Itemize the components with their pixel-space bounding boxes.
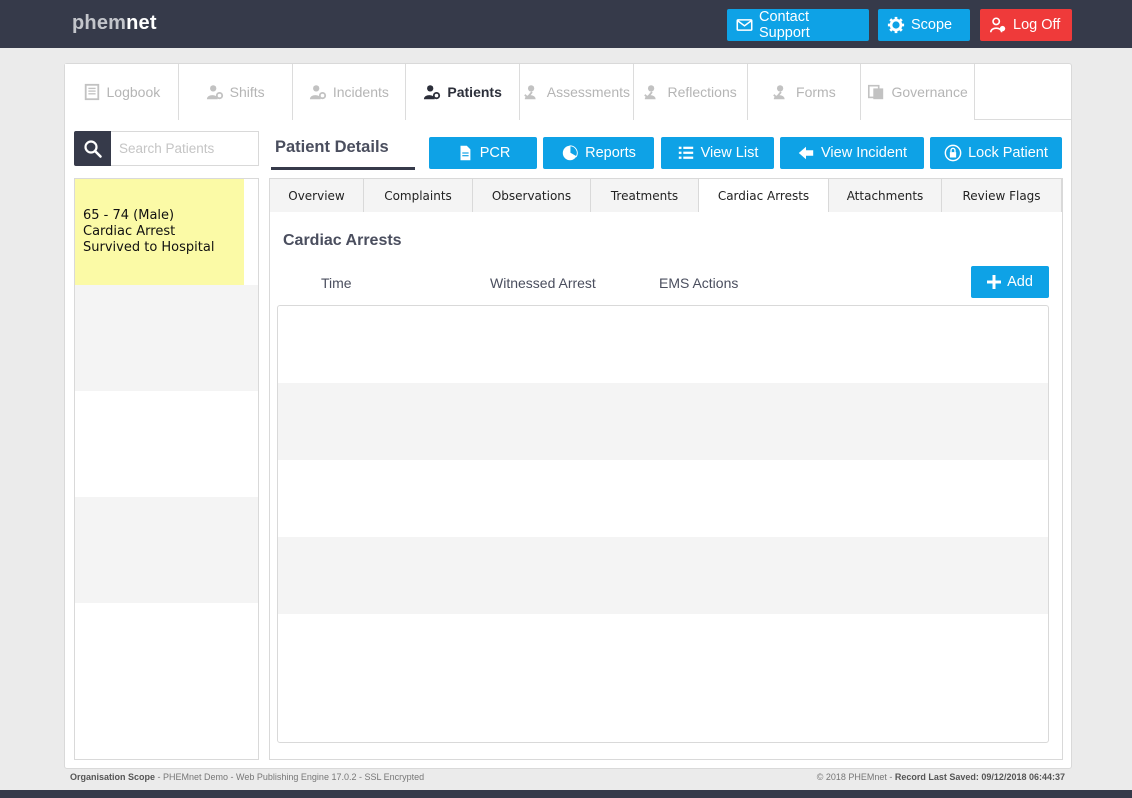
search-button[interactable] <box>74 131 111 166</box>
user-check-icon <box>773 85 785 100</box>
list-item <box>75 391 258 497</box>
main-panel: Logbook Shifts Incidents Patients Assess… <box>64 63 1072 769</box>
subtab-bar: Overview Complaints Observations Treatme… <box>270 179 1062 213</box>
documents-icon <box>868 84 884 100</box>
nav-filler <box>975 64 1071 120</box>
user-gear-icon <box>309 85 326 100</box>
tab-attachments[interactable]: Attachments <box>829 179 942 213</box>
document-icon <box>460 145 471 161</box>
footer-copyright: © 2018 PHEMnet - Record Last Saved: 09/1… <box>816 772 1065 782</box>
plus-icon <box>987 275 1002 289</box>
search-input[interactable] <box>111 131 259 166</box>
tab-cardiac-arrests[interactable]: Cardiac Arrests <box>699 179 829 213</box>
top-bar: phemnet Contact Support Scope Log Off <box>0 0 1132 48</box>
book-icon <box>84 83 99 101</box>
column-header-time: Time <box>321 275 352 291</box>
patient-list-item-selected[interactable]: 65 - 74 (Male) Cardiac Arrest Survived t… <box>75 179 244 285</box>
nav-tab-logbook[interactable]: Logbook <box>65 64 179 120</box>
table-row <box>278 460 1048 537</box>
search-icon <box>83 139 102 158</box>
tab-overview[interactable]: Overview <box>270 179 364 213</box>
lock-patient-button[interactable]: Lock Patient <box>930 137 1062 169</box>
patient-age-sex: 65 - 74 (Male) <box>83 208 175 223</box>
envelope-icon <box>736 19 753 31</box>
cardiac-arrests-pane: Cardiac Arrests Time Witnessed Arrest EM… <box>270 212 1062 759</box>
list-icon <box>678 146 693 159</box>
user-gear-icon <box>424 85 441 100</box>
patient-condition: Cardiac Arrest <box>83 224 176 239</box>
main-nav: Logbook Shifts Incidents Patients Assess… <box>65 64 975 120</box>
reports-button[interactable]: Reports <box>543 137 654 169</box>
list-item <box>75 285 258 391</box>
cardiac-arrests-table <box>277 305 1049 743</box>
table-row <box>278 383 1048 460</box>
nav-tab-reflections[interactable]: Reflections <box>633 64 748 120</box>
user-check-icon <box>644 85 657 100</box>
table-row <box>278 537 1048 614</box>
lock-icon <box>944 144 962 162</box>
gear-icon <box>887 16 905 34</box>
view-list-button[interactable]: View List <box>661 137 774 169</box>
footer-status: Organisation Scope - PHEMnet Demo - Web … <box>70 772 425 782</box>
nav-tab-assessments[interactable]: Assessments <box>520 64 634 120</box>
arrow-left-icon <box>798 146 814 160</box>
contact-support-button[interactable]: Contact Support <box>727 9 869 41</box>
table-row <box>278 614 1048 691</box>
tab-observations[interactable]: Observations <box>473 179 591 213</box>
add-cardiac-arrest-button[interactable]: Add <box>971 266 1049 298</box>
app-logo[interactable]: phemnet <box>72 12 157 35</box>
bottom-bar <box>0 790 1132 798</box>
nav-tab-forms[interactable]: Forms <box>747 64 862 120</box>
patient-details-title: Patient Details <box>271 138 415 170</box>
patient-details-panel: Overview Complaints Observations Treatme… <box>269 178 1063 760</box>
column-header-witnessed-arrest: Witnessed Arrest <box>490 275 596 291</box>
list-item <box>75 497 258 603</box>
view-incident-button[interactable]: View Incident <box>780 137 924 169</box>
patient-outcome: Survived to Hospital <box>83 240 215 255</box>
tab-review-flags[interactable]: Review Flags <box>942 179 1062 213</box>
tab-complaints[interactable]: Complaints <box>364 179 473 213</box>
user-gear-icon <box>206 85 223 100</box>
user-check-icon <box>523 85 536 100</box>
patient-list: 65 - 74 (Male) Cardiac Arrest Survived t… <box>74 178 259 760</box>
pie-chart-icon <box>562 145 578 161</box>
nav-tab-shifts[interactable]: Shifts <box>178 64 293 120</box>
pcr-button[interactable]: PCR <box>429 137 537 169</box>
tab-treatments[interactable]: Treatments <box>591 179 699 213</box>
column-header-ems-actions: EMS Actions <box>659 275 739 291</box>
user-exit-icon <box>989 17 1006 33</box>
nav-tab-incidents[interactable]: Incidents <box>292 64 407 120</box>
nav-tab-patients[interactable]: Patients <box>406 64 520 120</box>
section-title: Cardiac Arrests <box>283 232 402 249</box>
scope-button[interactable]: Scope <box>878 9 970 41</box>
table-row <box>278 306 1048 383</box>
nav-tab-governance[interactable]: Governance <box>861 64 975 120</box>
log-off-button[interactable]: Log Off <box>980 9 1072 41</box>
